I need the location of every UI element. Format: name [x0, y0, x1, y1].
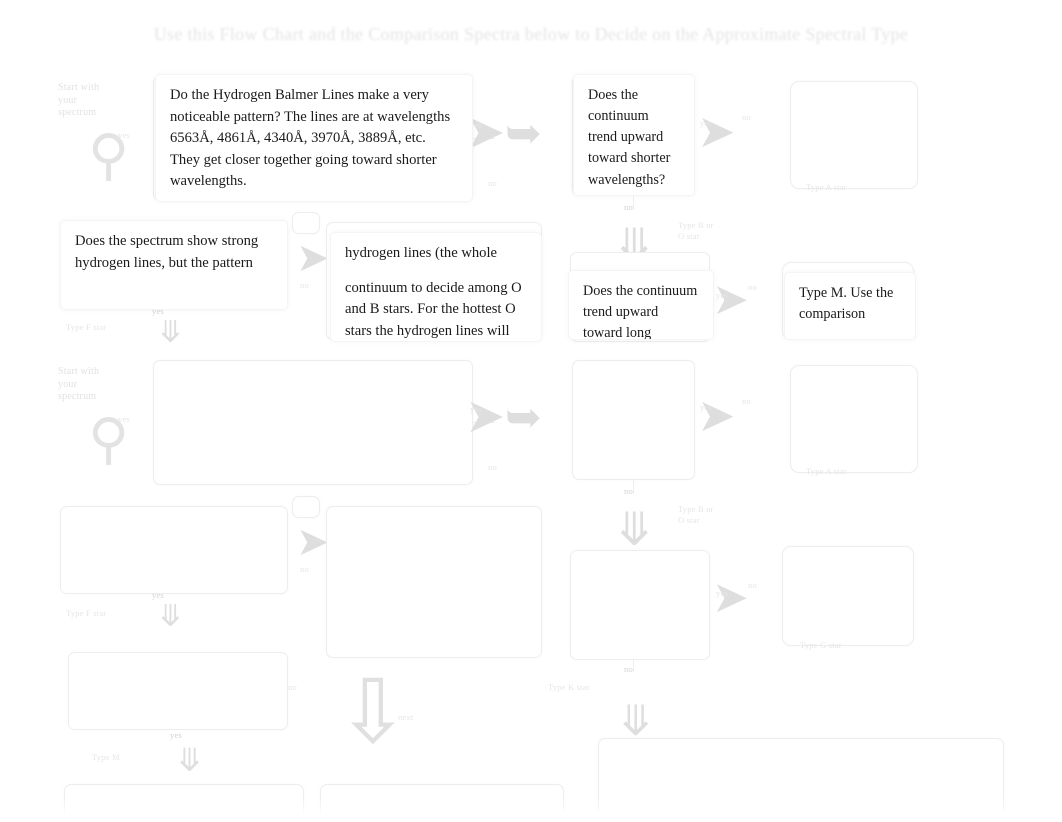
ghost-label-no-1: no — [488, 178, 497, 188]
ghost-arrow-down-5: ⤋ — [618, 696, 654, 745]
ghost-box-3 — [790, 81, 918, 189]
ghost-label-no-6: no — [488, 462, 497, 472]
page-bottom-fade — [0, 796, 1062, 822]
ghost-connector-1 — [473, 138, 495, 140]
ghost-label-typea: Type A star — [806, 182, 847, 192]
ghost-label-yes-3: yes — [700, 118, 712, 128]
ghost-arrow-down-2: ⤋ — [158, 315, 184, 350]
ghost-box-18 — [64, 784, 304, 822]
ghost-label-no-11: no — [624, 664, 633, 674]
ghost-spectrum-icon-2: ⚲ — [88, 407, 130, 472]
ghost-decision-4: ➤ — [712, 274, 749, 325]
ghost-box-19 — [320, 784, 564, 822]
ghost-label-typeb: Type B or O star — [678, 220, 714, 241]
callout-continuum-longer: Does the continuum trend upward toward l… — [568, 270, 714, 340]
ghost-box-15 — [570, 550, 710, 660]
ghost-decision-8: ➤ — [712, 572, 749, 623]
ghost-decision-6: ➤ — [697, 388, 736, 442]
ghost-label-yes-5: yes — [716, 290, 728, 300]
ghost-label-no-7: no — [742, 396, 751, 406]
ghost-label-no-4: no — [300, 280, 309, 290]
callout-hydrogen-whole-continuum: hydrogen lines (the whole continuum to d… — [330, 232, 542, 342]
ghost-label-typek: Type K star — [548, 682, 590, 692]
callout-continuum-shorter: Does the continuum trend upward toward s… — [573, 74, 695, 196]
ghost-arrow-down-4: ⤋ — [158, 599, 184, 634]
ghost-connector-5 — [633, 660, 635, 672]
callout-line-gap — [345, 265, 527, 278]
ghost-label-no-9: no — [300, 564, 309, 574]
ghost-label-start: Start with your spectrum — [58, 82, 100, 118]
callout-type-m: Type M. Use the comparison — [784, 272, 916, 340]
ghost-label-yes-10: yes — [716, 588, 728, 598]
ghost-label-typef: Type F star — [66, 322, 107, 332]
ghost-box-14 — [326, 506, 542, 658]
ghost-decision-7: ➤ — [296, 519, 330, 565]
ghost-label-typem: Type M — [92, 752, 120, 762]
ghost-decision-5b: ➥ — [505, 392, 542, 443]
ghost-arrow-down-6: ⤋ — [176, 741, 203, 779]
ghost-label-yes-7: yes — [470, 404, 482, 414]
ghost-label-no-8: no — [624, 486, 633, 496]
ghost-connector-3 — [473, 422, 495, 424]
callout-balmer-pattern: Do the Hydrogen Balmer Lines make a very… — [155, 74, 473, 202]
ghost-label-yes-9: yes — [152, 590, 164, 600]
ghost-label-no-3: no — [624, 202, 633, 212]
ghost-label-yes-11: yes — [170, 730, 182, 740]
ghost-label-typeg-2: Type G star — [800, 640, 842, 650]
ghost-label-no-12: no — [288, 682, 297, 692]
ghost-decision-5: ➤ — [465, 388, 506, 444]
ghost-label-yes-8: yes — [700, 402, 712, 412]
ghost-box-9 — [153, 360, 473, 485]
ghost-label-no-5: no — [748, 282, 757, 292]
ghost-decision-1b: ➥ — [505, 108, 542, 159]
ghost-box-10 — [572, 360, 695, 480]
document-page: Start with your spectrum ⚲ yes ➤ yes no … — [0, 0, 1062, 822]
ghost-connector-2 — [633, 196, 635, 210]
ghost-label-yes-6: yes — [118, 414, 130, 424]
ghost-box-12 — [60, 506, 288, 594]
ghost-decision-2: ➤ — [697, 104, 736, 158]
ghost-label-no-2: no — [742, 112, 751, 122]
ghost-label-next: next — [398, 712, 414, 722]
ghost-label-no-10: no — [748, 580, 757, 590]
ghost-spectrum-icon: ⚲ — [88, 123, 130, 188]
ghost-box-20 — [598, 738, 1004, 822]
page-title: Use this Flow Chart and the Comparison S… — [153, 24, 909, 44]
ghost-big-arrow: ⇩ — [336, 660, 410, 763]
ghost-label-typef-2: Type F star — [66, 608, 107, 618]
ghost-label-typea-2: Type A star — [806, 466, 847, 476]
ghost-box-5 — [292, 212, 320, 234]
callout-line-1: hydrogen lines (the whole — [345, 245, 497, 261]
ghost-connector-4 — [633, 480, 635, 494]
ghost-box-13 — [292, 496, 320, 518]
callout-line-2: continuum to decide among O and B stars.… — [345, 279, 522, 339]
callout-strong-hydrogen-pattern: Does the spectrum show strong hydrogen l… — [60, 220, 288, 310]
ghost-box-16 — [782, 546, 914, 646]
ghost-box-17 — [68, 652, 288, 730]
ghost-box-11 — [790, 365, 918, 473]
ghost-label-start-2: Start with your spectrum — [58, 366, 100, 402]
ghost-label-yes-1: yes — [118, 130, 130, 140]
ghost-arrow-down-1: ⤋ — [615, 218, 654, 272]
ghost-label-typeb-2: Type B or O star — [678, 504, 714, 525]
ghost-arrow-down-3: ⤋ — [615, 502, 654, 556]
ghost-decision-3: ➤ — [296, 235, 330, 281]
